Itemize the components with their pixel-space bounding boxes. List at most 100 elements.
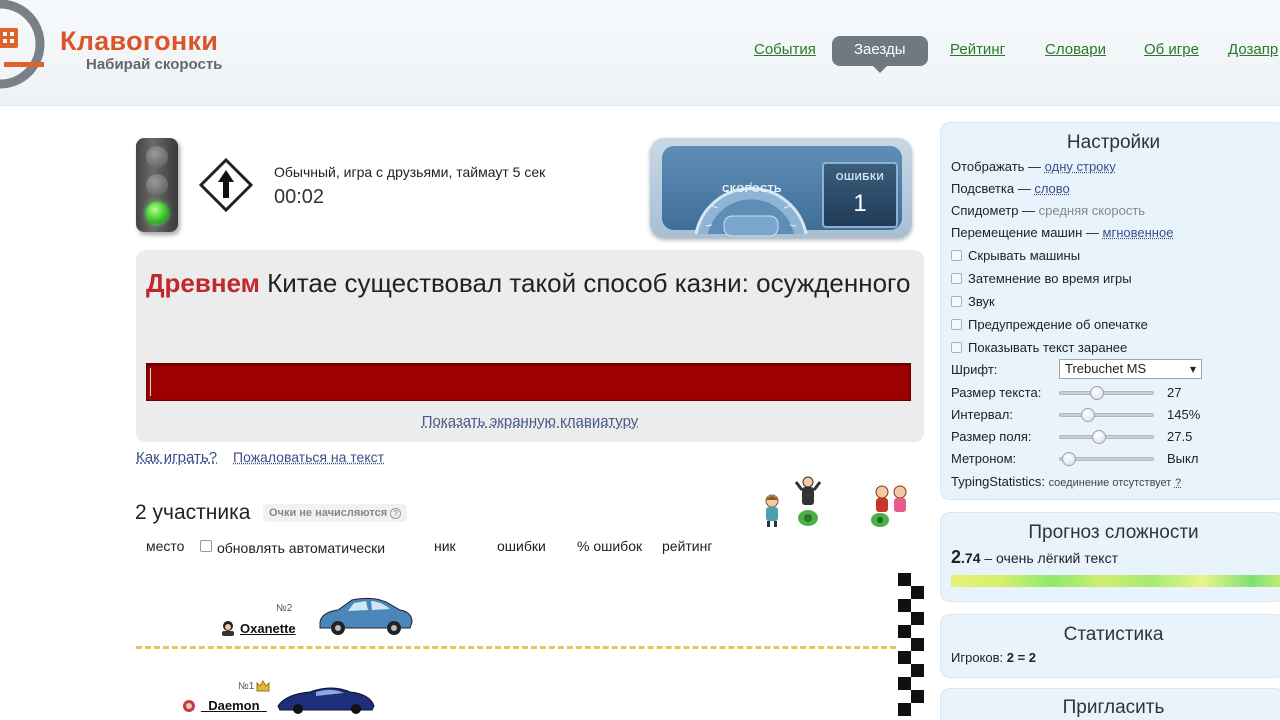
typing-stats-row: TypingStatistics: соединение отсутствует… [951,474,1181,489]
finish-line-icon [898,573,924,720]
field-size-value: 27.5 [1167,429,1192,444]
typing-stats-help-link[interactable]: ? [1175,477,1181,489]
errors-label: ОШИБКИ [824,172,896,183]
interval-label: Интервал: [951,407,1013,422]
nav-rating[interactable]: Рейтинг [950,36,1005,66]
player-avatar-icon [181,698,197,714]
traffic-lamp-yellow [146,174,168,196]
col-rating[interactable]: рейтинг [662,538,712,554]
checkbox-typo-warning[interactable]: Предупреждение об опечатке [951,317,1148,332]
display-mode-link[interactable]: одну строку [1045,159,1116,174]
players-count: Игроков: 2 = 2 [951,650,1036,665]
nav-more[interactable]: Дозапр [1228,36,1278,66]
slider-handle[interactable] [1090,386,1104,400]
font-label: Шрифт: [951,362,997,377]
text-size-label: Размер текста: [951,385,1041,400]
col-nick[interactable]: ник [434,538,456,554]
slider-handle[interactable] [1081,408,1095,422]
checkbox-show-text-early[interactable]: Показывать текст заранее [951,340,1127,355]
checkbox-icon [951,296,962,307]
metronome-label: Метроном: [951,451,1016,466]
nav-races[interactable]: Заезды [832,36,928,66]
road-sign-straight-icon [199,158,253,212]
main-nav: События Заезды Рейтинг Словари Об игре Д… [0,36,1280,66]
interval-value: 145% [1167,407,1200,422]
text-size-slider[interactable] [1059,391,1154,395]
checkbox-icon [951,273,962,284]
setting-speedometer: Спидометр — средняя скорость [951,203,1145,218]
auto-update-checkbox[interactable] [200,540,212,552]
col-place: место [146,538,184,554]
player-car-icon [316,596,414,636]
col-error-percent[interactable]: % ошибок [577,538,642,554]
slider-handle[interactable] [1092,430,1106,444]
setting-display: Отображать — одну строку [951,159,1116,174]
traffic-lamp-green [146,202,168,224]
how-to-play-link[interactable]: Как играть? [136,449,217,466]
nav-dictionaries[interactable]: Словари [1045,36,1106,66]
typing-stats-status: соединение отсутствует [1049,477,1172,489]
no-points-label: Очки не начисляются [269,507,387,519]
game-timer: 00:02 [274,186,324,209]
typing-text: Древнем Китае существовал такой способ к… [146,262,916,304]
speedometer-mode[interactable]: средняя скорость [1039,203,1145,218]
spectator-racer-icon [794,476,822,528]
settings-panel: Настройки Отображать — одну строку Подсв… [940,122,1280,500]
forecast-panel: Прогноз сложности 2.74 – очень лёгкий те… [940,512,1280,602]
checkbox-dim[interactable]: Затемнение во время игры [951,271,1132,286]
errors-counter: ОШИБКИ 1 [822,162,898,228]
speedometer-icon [686,156,816,240]
font-select[interactable]: Trebuchet MS [1059,359,1202,379]
current-word: Древнем [146,268,260,298]
dashboard-panel: СКОРОСТЬ ОШИБКИ 1 [662,146,902,230]
player-nick[interactable]: _Daemon_ [201,698,267,713]
errors-value: 1 [824,190,896,218]
difficulty-bar [951,575,1280,587]
checkbox-hide-cars[interactable]: Скрывать машины [951,248,1080,263]
highlight-mode-link[interactable]: слово [1034,181,1069,196]
checkbox-icon [951,250,962,261]
site-header: Клавогонки Набирай скорость События Заез… [0,0,1280,106]
spectator-girl-icon [762,494,782,528]
field-size-label: Размер поля: [951,429,1032,444]
player-rank: №2 [276,603,292,614]
car-move-mode-link[interactable]: мгновенное [1103,225,1174,240]
game-type: Обычный, игра с друзьями, таймаут 5 сек [274,164,545,180]
nav-about[interactable]: Об игре [1144,36,1199,66]
participants-title: 2 участника [135,501,250,525]
metronome-value: Выкл [1167,451,1198,466]
nav-events[interactable]: События [754,36,816,66]
interval-slider[interactable] [1059,413,1154,417]
remaining-text: Китае существовал такой способ казни: ос… [260,268,911,298]
setting-car-move: Перемещение машин — мгновенное [951,225,1173,240]
statistics-title: Статистика [941,624,1280,646]
slider-handle[interactable] [1062,452,1076,466]
forecast-title: Прогноз сложности [941,522,1280,544]
show-keyboard-link[interactable]: Показать экранную клавиатуру [136,413,924,430]
col-errors[interactable]: ошибки [497,538,546,554]
text-size-value: 27 [1167,385,1181,400]
invite-panel[interactable]: Пригласить [940,688,1280,720]
report-text-link[interactable]: Пожаловаться на текст [233,449,384,465]
player-nick[interactable]: Oxanette [240,621,296,636]
col-auto-update: обновлять автоматически [217,540,385,556]
spectator-couple-icon [866,484,914,530]
lane-divider [136,646,896,649]
metronome-slider[interactable] [1059,457,1154,461]
typing-input[interactable] [146,363,911,401]
traffic-light-icon [136,138,178,232]
player-rank: №1 [238,681,254,692]
help-icon[interactable]: ? [390,508,401,519]
checkbox-icon [951,319,962,330]
setting-highlight: Подсветка — слово [951,181,1070,196]
settings-title: Настройки [941,132,1280,154]
traffic-lamp-red [146,146,168,168]
dashboard: СКОРОСТЬ ОШИБКИ 1 [650,138,912,238]
crown-icon [256,680,270,692]
forecast-score: 2.74 – очень лёгкий текст [951,547,1118,568]
field-size-slider[interactable] [1059,435,1154,439]
invite-title[interactable]: Пригласить [941,697,1280,719]
statistics-panel: Статистика Игроков: 2 = 2 [940,614,1280,678]
checkbox-sound[interactable]: Звук [951,294,995,309]
speedometer-label: СКОРОСТЬ [712,184,792,195]
